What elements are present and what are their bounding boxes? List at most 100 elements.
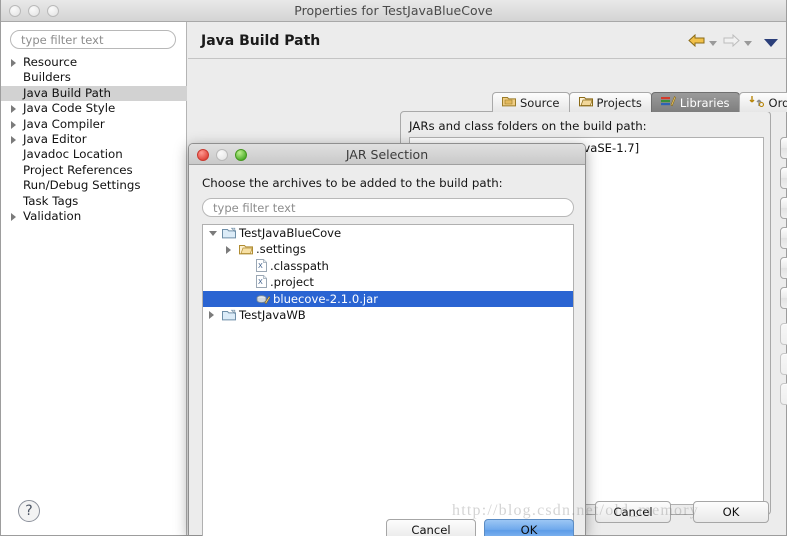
forward-dropdown-icon[interactable] bbox=[744, 40, 752, 46]
properties-cancel-button[interactable]: Cancel bbox=[595, 501, 671, 523]
add-class-folder-button[interactable]: Add Class Folder... bbox=[780, 257, 787, 279]
build-path-actions[interactable]: Add JARs... Add External JARs... Add Varia… bbox=[780, 137, 787, 413]
tree-item-content: bluecove-2.1.0.jar bbox=[256, 292, 378, 306]
dialog-title: JAR Selection bbox=[345, 147, 429, 162]
tree-item-content: X .project bbox=[256, 275, 314, 289]
dialog-ok-button[interactable]: OK bbox=[484, 519, 574, 536]
properties-ok-button[interactable]: OK bbox=[693, 501, 769, 523]
tree-item-content: .settings bbox=[239, 242, 306, 256]
settings-sidebar: type filter text Resource Builders Java Bu… bbox=[1, 22, 187, 535]
expand-triangle-icon[interactable] bbox=[209, 311, 214, 320]
back-dropdown-icon[interactable] bbox=[709, 40, 717, 46]
dialog-titlebar: JAR Selection bbox=[189, 144, 585, 165]
sidebar-item-label: Resource bbox=[23, 55, 78, 69]
jar-selection-dialog: JAR Selection Choose the archives to be … bbox=[188, 143, 586, 536]
chevron-down-icon[interactable] bbox=[764, 39, 778, 47]
tree-item-content: TestJavaBlueCove bbox=[222, 226, 341, 240]
sidebar-item-label: Javadoc Location bbox=[23, 147, 123, 162]
expand-triangle-icon[interactable] bbox=[11, 212, 16, 221]
tab-order-and-export[interactable]: Order and Export bbox=[738, 92, 787, 112]
dialog-filter-input[interactable]: type filter text bbox=[202, 198, 574, 217]
tree-item-label: bluecove-2.1.0.jar bbox=[273, 291, 378, 306]
sidebar-item-java-editor[interactable]: Java Editor bbox=[1, 132, 187, 147]
add-external-jars-button[interactable]: Add External JARs... bbox=[780, 167, 787, 189]
sidebar-item-label: Validation bbox=[23, 208, 82, 223]
add-external-class-folder-button[interactable]: Add External Class Folder... bbox=[780, 287, 787, 309]
tree-item[interactable]: X .classpath bbox=[203, 258, 573, 274]
help-button[interactable]: ? bbox=[18, 500, 40, 522]
tree-item-label: TestJavaBlueCove bbox=[239, 226, 342, 240]
dialog-cancel-button[interactable]: Cancel bbox=[386, 519, 476, 536]
sidebar-item-run-debug-settings[interactable]: Run/Debug Settings bbox=[1, 178, 187, 193]
expand-triangle-icon[interactable] bbox=[11, 120, 16, 129]
expand-triangle-icon[interactable] bbox=[226, 245, 231, 254]
dialog-zoom-button[interactable] bbox=[235, 149, 247, 161]
sidebar-item-label: Project References bbox=[23, 162, 133, 177]
jar-list-label: JARs and class folders on the build path… bbox=[409, 119, 647, 133]
navigation-controls[interactable] bbox=[688, 33, 778, 52]
sidebar-tree: Resource Builders Java Build Path Java Code… bbox=[1, 55, 187, 224]
build-path-tabs[interactable]: Source Projects Libraries Order and Export bbox=[492, 92, 787, 112]
collapse-triangle-icon[interactable] bbox=[209, 231, 217, 236]
sidebar-item-resource[interactable]: Resource bbox=[1, 55, 187, 70]
remove-button: Remove bbox=[780, 353, 787, 375]
tab-source[interactable]: Source bbox=[492, 92, 570, 112]
tree-item-label: TestJavaWB bbox=[239, 307, 306, 322]
tree-item[interactable]: TestJavaBlueCove bbox=[203, 225, 573, 241]
expand-triangle-icon[interactable] bbox=[11, 59, 16, 67]
add-variable-button[interactable]: Add Variable... bbox=[780, 197, 787, 219]
add-jars-button[interactable]: Add JARs... bbox=[780, 137, 787, 159]
projects-icon bbox=[578, 95, 593, 110]
tree-item[interactable]: .settings bbox=[203, 241, 573, 257]
window-titlebar: Properties for TestJavaBlueCove bbox=[1, 0, 786, 22]
dialog-traffic-lights[interactable] bbox=[197, 149, 247, 161]
sidebar-item-label: Java Build Path bbox=[23, 85, 111, 100]
tree-item-content: TestJavaWB bbox=[222, 308, 306, 322]
svg-text:X: X bbox=[258, 262, 263, 270]
add-library-button[interactable]: Add Library... bbox=[780, 227, 787, 249]
sidebar-item-project-references[interactable]: Project References bbox=[1, 163, 187, 178]
sidebar-item-validation[interactable]: Validation bbox=[1, 209, 187, 224]
tree-item[interactable]: bluecove-2.1.0.jar bbox=[203, 290, 573, 307]
sidebar-item-label: Run/Debug Settings bbox=[23, 178, 141, 193]
page-title: Java Build Path bbox=[201, 33, 321, 49]
window-title: Properties for TestJavaBlueCove bbox=[294, 3, 493, 18]
sidebar-item-java-compiler[interactable]: Java Compiler bbox=[1, 117, 187, 132]
sidebar-item-label: Task Tags bbox=[23, 193, 79, 208]
sidebar-item-java-build-path[interactable]: Java Build Path bbox=[1, 85, 187, 102]
sidebar-filter-input[interactable]: type filter text bbox=[10, 30, 176, 49]
tree-item-label: .settings bbox=[256, 242, 306, 257]
sidebar-item-builders[interactable]: Builders bbox=[1, 70, 187, 85]
sidebar-item-label: Java Code Style bbox=[23, 101, 116, 116]
header-divider bbox=[188, 58, 786, 59]
libraries-icon bbox=[660, 95, 676, 110]
dialog-close-button[interactable] bbox=[197, 149, 209, 161]
sidebar-item-label: Java Editor bbox=[23, 131, 87, 146]
tab-projects[interactable]: Projects bbox=[568, 92, 652, 112]
tree-item[interactable]: X .project bbox=[203, 274, 573, 290]
dialog-minimize-button[interactable] bbox=[216, 149, 228, 161]
sidebar-item-label: Builders bbox=[23, 70, 71, 85]
tree-item-label: .project bbox=[270, 275, 314, 290]
order-export-icon bbox=[749, 95, 765, 110]
svg-text:X: X bbox=[258, 278, 263, 286]
sidebar-item-label: Java Compiler bbox=[23, 116, 105, 131]
expand-triangle-icon[interactable] bbox=[11, 105, 16, 114]
migrate-jar-file-button: Migrate JAR File... bbox=[780, 383, 787, 405]
tab-label: Order and Export bbox=[768, 95, 787, 110]
edit-button: Edit... bbox=[780, 323, 787, 345]
back-arrow-icon[interactable] bbox=[688, 33, 705, 52]
expand-triangle-icon[interactable] bbox=[11, 135, 16, 144]
tab-libraries[interactable]: Libraries bbox=[650, 92, 740, 112]
sidebar-item-javadoc-location[interactable]: Javadoc Location bbox=[1, 147, 187, 162]
tree-item-label: .classpath bbox=[270, 258, 329, 273]
project-folder-icon bbox=[222, 309, 236, 325]
tab-label: Projects bbox=[596, 95, 642, 110]
tree-item[interactable]: TestJavaWB bbox=[203, 307, 573, 323]
sidebar-item-task-tags[interactable]: Task Tags bbox=[1, 194, 187, 209]
archive-tree[interactable]: TestJavaBlueCove .settings X .classpath X .pr… bbox=[202, 224, 574, 536]
tree-item-content: X .classpath bbox=[256, 258, 329, 273]
forward-arrow-icon bbox=[723, 33, 740, 52]
tab-label: Source bbox=[520, 95, 560, 110]
sidebar-item-java-code-style[interactable]: Java Code Style bbox=[1, 101, 187, 116]
